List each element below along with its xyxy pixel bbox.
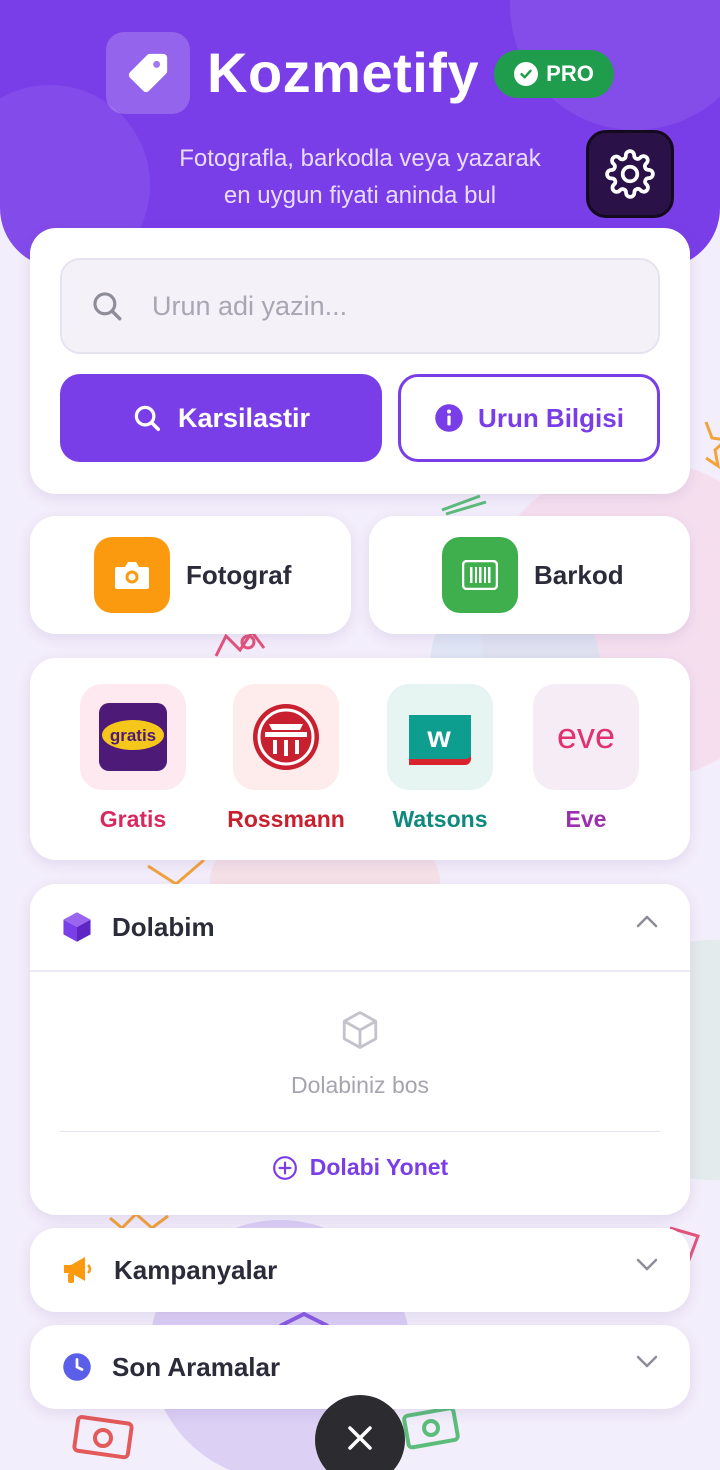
store-name: Watsons	[392, 806, 488, 832]
compare-button[interactable]: Karsilastir	[60, 374, 382, 462]
chevron-up-icon	[636, 915, 658, 928]
product-info-label: Urun Bilgisi	[478, 402, 624, 433]
empty-box-icon	[30, 1009, 690, 1051]
settings-button[interactable]	[586, 130, 674, 218]
eve-logo: eve	[533, 684, 639, 790]
store-name: Eve	[565, 806, 607, 832]
pro-label: PRO	[546, 61, 594, 86]
empty-wardrobe-text: Dolabiniz bos	[290, 1072, 430, 1098]
barcode-label: Barkod	[534, 559, 624, 590]
store-watsons[interactable]: w Watsons	[370, 684, 510, 833]
tag-doodle-icon	[441, 494, 487, 516]
info-icon	[435, 404, 463, 432]
app-title: Kozmetify	[207, 41, 480, 104]
box-icon	[63, 912, 91, 942]
star-doodle-icon	[704, 421, 720, 470]
search-icon	[134, 405, 160, 431]
clock-icon	[63, 1353, 91, 1381]
close-icon	[348, 1426, 372, 1450]
campaigns-header[interactable]: Kampanyalar	[30, 1228, 690, 1312]
photo-label: Fotograf	[186, 559, 292, 590]
gear-icon	[605, 149, 655, 199]
chevron-down-icon	[636, 1258, 658, 1271]
photo-search-button[interactable]: Fotograf	[30, 516, 351, 634]
divider	[60, 1131, 660, 1132]
megaphone-icon	[64, 1257, 92, 1283]
money-doodle-icon	[72, 1415, 134, 1460]
stores-card: gratis Gratis Rossmann w Watsons eve Eve	[30, 658, 690, 860]
recent-searches-title: Son Aramalar	[112, 1351, 281, 1382]
chevron-down-icon	[636, 1355, 658, 1368]
svg-text:eve: eve	[557, 717, 615, 756]
svg-text:gratis: gratis	[110, 726, 156, 745]
gratis-logo: gratis	[80, 684, 186, 790]
barcode-search-button[interactable]: Barkod	[369, 516, 690, 634]
manage-wardrobe-label: Dolabi Yonet	[309, 1154, 449, 1180]
compare-label: Karsilastir	[177, 402, 311, 433]
manage-wardrobe-button[interactable]: Dolabi Yonet	[30, 1154, 690, 1181]
add-circle-icon	[272, 1155, 297, 1180]
svg-text:w: w	[426, 721, 451, 754]
campaigns-section[interactable]: Kampanyalar	[30, 1228, 690, 1312]
search-placeholder: Urun adi yazin...	[152, 290, 348, 321]
wardrobe-title: Dolabim	[112, 911, 215, 942]
camera-doodle-icon	[402, 1406, 460, 1450]
app-logo	[106, 32, 190, 114]
app-header: Kozmetify PRO Fotografla, barkodla veya …	[0, 0, 720, 230]
store-gratis[interactable]: gratis Gratis	[63, 684, 203, 833]
store-name: Rossmann	[227, 806, 345, 832]
camera-icon	[94, 537, 170, 613]
store-name: Gratis	[99, 806, 167, 832]
campaigns-title: Kampanyalar	[114, 1254, 278, 1285]
tag-icon	[128, 53, 168, 93]
divider	[30, 970, 690, 972]
rossmann-logo	[233, 684, 339, 790]
store-eve[interactable]: eve Eve	[516, 684, 656, 833]
product-info-button[interactable]: Urun Bilgisi	[398, 374, 660, 462]
wardrobe-header[interactable]: Dolabim	[30, 884, 690, 970]
search-card: Urun adi yazin... Karsilastir Urun Bilgi…	[30, 228, 690, 494]
wardrobe-section: Dolabim Dolabiniz bos Dolabi Yonet	[30, 884, 690, 1215]
check-icon	[514, 62, 539, 86]
search-input[interactable]: Urun adi yazin...	[60, 258, 660, 354]
watsons-logo: w	[387, 684, 493, 790]
barcode-icon	[442, 537, 518, 613]
search-icon	[93, 292, 122, 321]
pro-badge: PRO	[494, 50, 614, 98]
store-rossmann[interactable]: Rossmann	[216, 684, 356, 833]
